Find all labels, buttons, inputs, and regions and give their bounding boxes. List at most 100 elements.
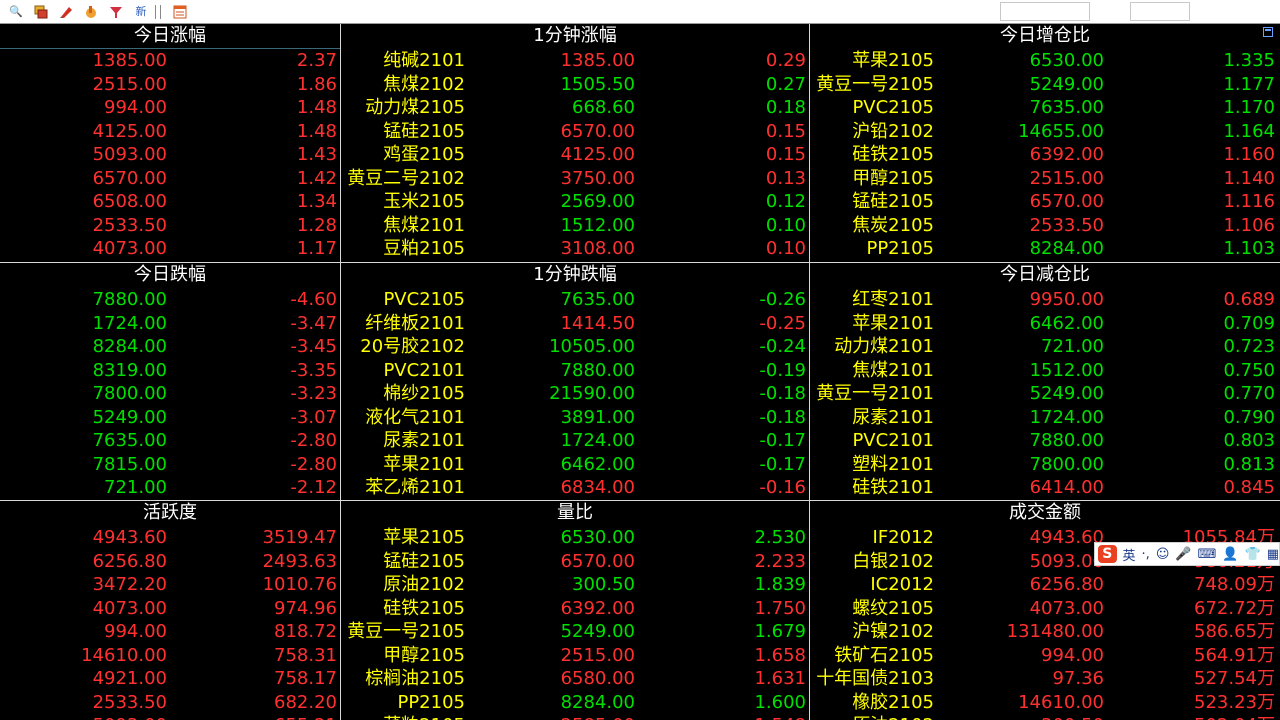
- table-row[interactable]: 甲醇2105 2515.00 1.140: [810, 167, 1280, 191]
- ime-toolbar[interactable]: S 英 ·, ☺ 🎤 ⌨ 👤 👕 ▦: [1094, 542, 1280, 566]
- table-row[interactable]: 沪镍2102 131480.00 586.65万: [810, 620, 1280, 644]
- table-row[interactable]: 2515.00 1.86: [0, 73, 340, 97]
- sogou-logo-icon[interactable]: S: [1098, 545, 1117, 563]
- magnifier-icon[interactable]: 🔍: [8, 4, 24, 20]
- table-row[interactable]: 6508.00 1.34: [0, 190, 340, 214]
- table-row[interactable]: 焦煤2101 1512.00 0.10: [341, 214, 809, 238]
- table-row[interactable]: 玉米2105 2569.00 0.12: [341, 190, 809, 214]
- table-row[interactable]: 7815.00 -2.80: [0, 453, 340, 477]
- table-row[interactable]: PVC2101 7880.00 -0.19: [341, 359, 809, 383]
- ime-lang-toggle[interactable]: 英: [1123, 545, 1136, 564]
- table-row[interactable]: PVC2105 7635.00 1.170: [810, 96, 1280, 120]
- table-row[interactable]: 焦煤2102 1505.50 0.27: [341, 73, 809, 97]
- table-row[interactable]: 苹果2105 6530.00 2.530: [341, 526, 809, 550]
- calendar-icon[interactable]: [172, 4, 188, 20]
- table-row[interactable]: 苹果2101 6462.00 -0.17: [341, 453, 809, 477]
- table-row[interactable]: PVC2101 7880.00 0.803: [810, 429, 1280, 453]
- table-row[interactable]: 纤维板2101 1414.50 -0.25: [341, 312, 809, 336]
- user-icon[interactable]: 👤: [1222, 547, 1238, 562]
- toolbar-box[interactable]: [1130, 2, 1190, 21]
- table-row[interactable]: 苹果2101 6462.00 0.709: [810, 312, 1280, 336]
- table-row[interactable]: 5093.00 1.43: [0, 143, 340, 167]
- table-row[interactable]: 棉纱2105 21590.00 -0.18: [341, 382, 809, 406]
- keyboard-icon[interactable]: ⌨: [1198, 547, 1217, 562]
- table-row[interactable]: 8319.00 -3.35: [0, 359, 340, 383]
- table-row[interactable]: 锰硅2105 6570.00 0.15: [341, 120, 809, 144]
- table-row[interactable]: 硅铁2105 6392.00 1.750: [341, 597, 809, 621]
- table-row[interactable]: 2533.50 682.20: [0, 691, 340, 715]
- table-row[interactable]: 动力煤2105 668.60 0.18: [341, 96, 809, 120]
- table-row[interactable]: 橡胶2105 14610.00 523.23万: [810, 691, 1280, 715]
- table-row[interactable]: 4943.60 3519.47: [0, 526, 340, 550]
- window-icon[interactable]: [33, 4, 49, 20]
- table-row[interactable]: 原油2102 300.50 1.839: [341, 573, 809, 597]
- table-row[interactable]: 尿素2101 1724.00 0.790: [810, 406, 1280, 430]
- table-row[interactable]: 原油2102 300.50 502.04万: [810, 714, 1280, 720]
- cell-price: 7635.00: [560, 289, 635, 310]
- table-row[interactable]: 焦炭2105 2533.50 1.106: [810, 214, 1280, 238]
- table-row[interactable]: 8284.00 -3.45: [0, 335, 340, 359]
- table-row[interactable]: 豆粕2105 3108.00 0.10: [341, 237, 809, 261]
- table-row[interactable]: 硅铁2105 6392.00 1.160: [810, 143, 1280, 167]
- microphone-icon[interactable]: 🎤: [1175, 547, 1191, 562]
- skin-icon[interactable]: 👕: [1245, 547, 1261, 562]
- table-row[interactable]: 14610.00 758.31: [0, 644, 340, 668]
- table-row[interactable]: 硅铁2101 6414.00 0.845: [810, 476, 1280, 500]
- table-row[interactable]: 20号胶2102 10505.00 -0.24: [341, 335, 809, 359]
- table-row[interactable]: 4073.00 974.96: [0, 597, 340, 621]
- table-row[interactable]: 5093.00 655.21: [0, 714, 340, 720]
- table-row[interactable]: 4073.00 1.17: [0, 237, 340, 261]
- new-icon[interactable]: 新: [133, 4, 149, 20]
- hand-icon[interactable]: [83, 4, 99, 20]
- table-row[interactable]: IC2012 6256.80 748.09万: [810, 573, 1280, 597]
- table-row[interactable]: 尿素2101 1724.00 -0.17: [341, 429, 809, 453]
- table-row[interactable]: 1724.00 -3.47: [0, 312, 340, 336]
- ime-punct-toggle[interactable]: ·,: [1142, 547, 1150, 562]
- table-row[interactable]: 2533.50 1.28: [0, 214, 340, 238]
- table-row[interactable]: PP2105 8284.00 1.600: [341, 691, 809, 715]
- table-row[interactable]: 铁矿石2105 994.00 564.91万: [810, 644, 1280, 668]
- table-row[interactable]: PP2105 8284.00 1.103: [810, 237, 1280, 261]
- table-row[interactable]: 苯乙烯2101 6834.00 -0.16: [341, 476, 809, 500]
- table-row[interactable]: 十年国债2103 97.36 527.54万: [810, 667, 1280, 691]
- table-row[interactable]: 焦煤2101 1512.00 0.750: [810, 359, 1280, 383]
- table-row[interactable]: 红枣2101 9950.00 0.689: [810, 288, 1280, 312]
- table-row[interactable]: 沪铅2102 14655.00 1.164: [810, 120, 1280, 144]
- table-row[interactable]: 鸡蛋2105 4125.00 0.15: [341, 143, 809, 167]
- table-row[interactable]: 3472.20 1010.76: [0, 573, 340, 597]
- table-row[interactable]: 塑料2101 7800.00 0.813: [810, 453, 1280, 477]
- cell-pct: 1.42: [296, 167, 337, 189]
- table-row[interactable]: 黄豆一号2105 5249.00 1.679: [341, 620, 809, 644]
- table-row[interactable]: 4125.00 1.48: [0, 120, 340, 144]
- table-row[interactable]: 7880.00 -4.60: [0, 288, 340, 312]
- table-row[interactable]: 锰硅2105 6570.00 1.116: [810, 190, 1280, 214]
- pencil-icon[interactable]: [58, 4, 74, 20]
- table-row[interactable]: 菜粕2105 2585.00 1.548: [341, 714, 809, 720]
- table-row[interactable]: 螺纹2105 4073.00 672.72万: [810, 597, 1280, 621]
- table-row[interactable]: 甲醇2105 2515.00 1.658: [341, 644, 809, 668]
- table-row[interactable]: 721.00 -2.12: [0, 476, 340, 500]
- table-row[interactable]: 1385.00 2.37: [0, 49, 340, 73]
- table-row[interactable]: 4921.00 758.17: [0, 667, 340, 691]
- grid-menu-icon[interactable]: ▦: [1267, 547, 1279, 562]
- table-row[interactable]: 黄豆一号2105 5249.00 1.177: [810, 73, 1280, 97]
- table-row[interactable]: 棕榈油2105 6580.00 1.631: [341, 667, 809, 691]
- table-row[interactable]: 纯碱2101 1385.00 0.29: [341, 49, 809, 73]
- table-row[interactable]: 5249.00 -3.07: [0, 406, 340, 430]
- table-row[interactable]: 6570.00 1.42: [0, 167, 340, 191]
- table-row[interactable]: 994.00 818.72: [0, 620, 340, 644]
- table-row[interactable]: 黄豆一号2101 5249.00 0.770: [810, 382, 1280, 406]
- table-row[interactable]: 黄豆二号2102 3750.00 0.13: [341, 167, 809, 191]
- table-row[interactable]: 7635.00 -2.80: [0, 429, 340, 453]
- toolbar-box[interactable]: [1000, 2, 1090, 21]
- table-row[interactable]: 液化气2101 3891.00 -0.18: [341, 406, 809, 430]
- table-row[interactable]: PVC2105 7635.00 -0.26: [341, 288, 809, 312]
- table-row[interactable]: 7800.00 -3.23: [0, 382, 340, 406]
- table-row[interactable]: 锰硅2105 6570.00 2.233: [341, 550, 809, 574]
- funnel-icon[interactable]: [108, 4, 124, 20]
- emoji-icon[interactable]: ☺: [1156, 547, 1170, 562]
- table-row[interactable]: 994.00 1.48: [0, 96, 340, 120]
- table-row[interactable]: 6256.80 2493.63: [0, 550, 340, 574]
- table-row[interactable]: 苹果2105 6530.00 1.335: [810, 49, 1280, 73]
- table-row[interactable]: 动力煤2101 721.00 0.723: [810, 335, 1280, 359]
